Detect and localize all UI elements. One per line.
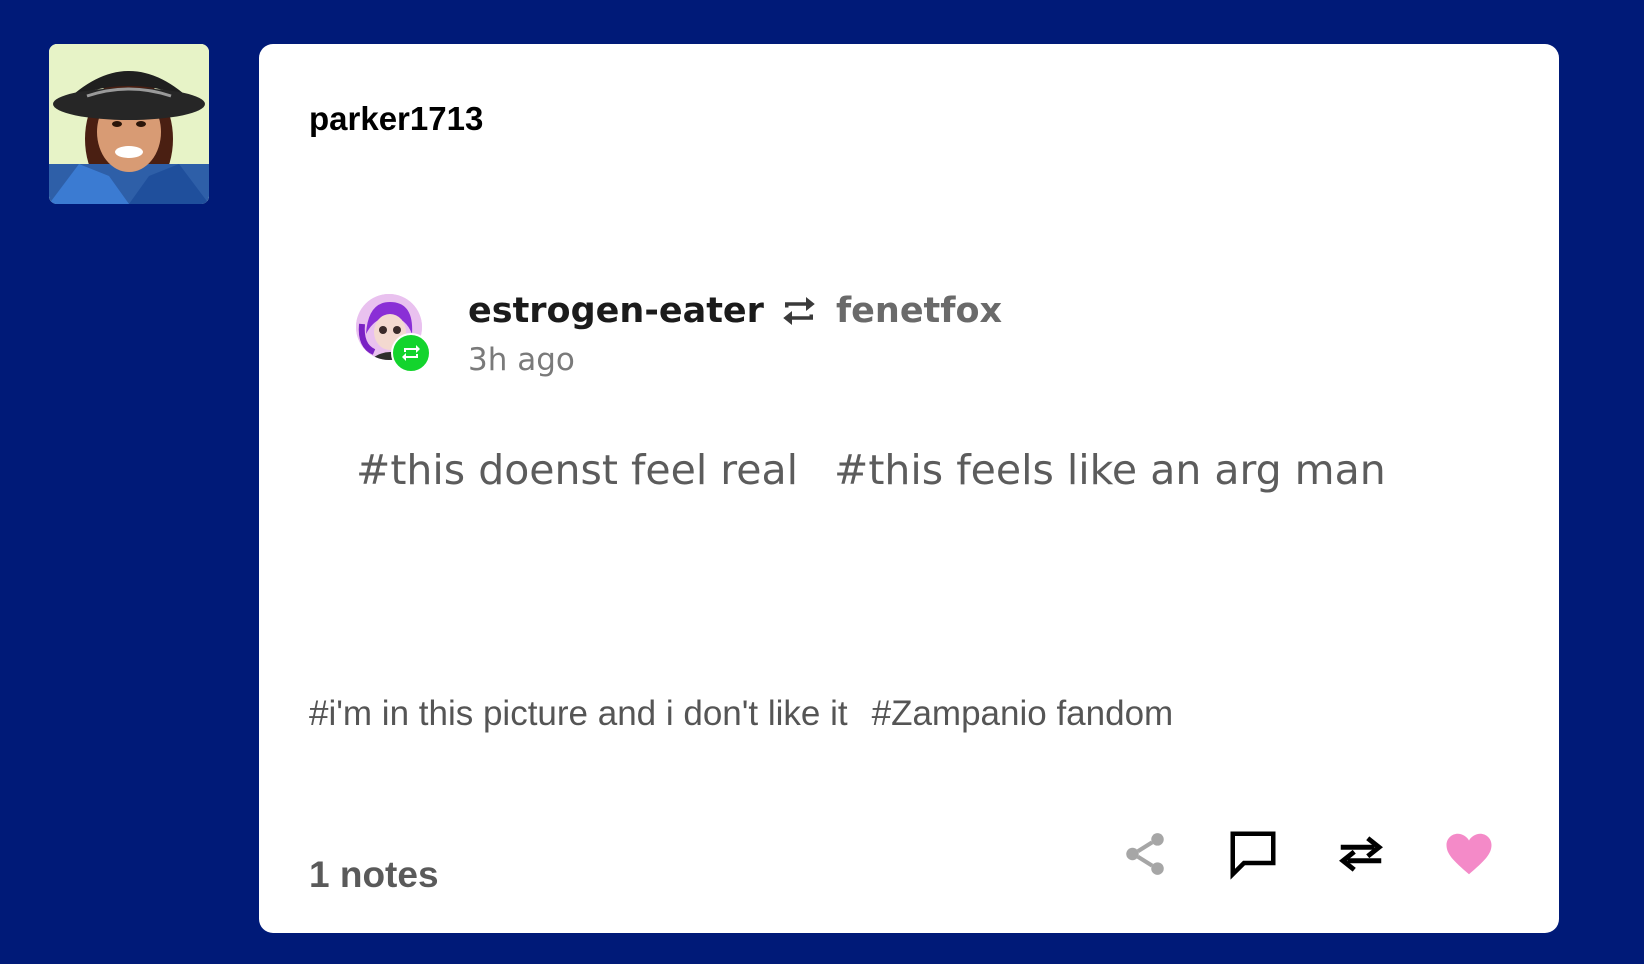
embedded-reblogged-from[interactable]: fenetfox bbox=[836, 291, 1002, 331]
embedded-tag[interactable]: #this feels like an arg man bbox=[834, 446, 1386, 494]
embedded-reblog: estrogen-eater fenetfox 3h ago #this doe… bbox=[356, 291, 1456, 534]
embedded-tag[interactable]: #this doenst feel real bbox=[356, 446, 798, 494]
share-button[interactable] bbox=[1115, 824, 1175, 884]
post-tags: #i'm in this picture and i don't like it… bbox=[309, 694, 1173, 734]
blog-avatar[interactable] bbox=[49, 44, 209, 204]
reblog-badge-icon bbox=[391, 333, 431, 373]
embedded-tags: #this doenst feel real #this feels like … bbox=[356, 446, 1386, 494]
post-tag[interactable]: #Zampanio fandom bbox=[872, 694, 1174, 734]
reblog-arrows-icon bbox=[1339, 836, 1383, 872]
post-actions bbox=[259, 824, 1559, 894]
like-button[interactable] bbox=[1439, 824, 1499, 884]
heart-icon bbox=[1446, 833, 1492, 875]
reply-button[interactable] bbox=[1223, 824, 1283, 884]
speech-bubble-icon bbox=[1230, 831, 1276, 880]
post-card: parker1713 estrogen-eater fenetfox 3h ag… bbox=[259, 44, 1559, 933]
embedded-timestamp[interactable]: 3h ago bbox=[468, 342, 575, 378]
post-tag[interactable]: #i'm in this picture and i don't like it bbox=[309, 694, 848, 734]
share-icon bbox=[1126, 833, 1164, 875]
reblog-arrows-icon bbox=[778, 290, 820, 332]
embedded-author-name[interactable]: estrogen-eater bbox=[468, 291, 764, 331]
post-blog-name[interactable]: parker1713 bbox=[309, 100, 483, 138]
reblog-button[interactable] bbox=[1331, 824, 1391, 884]
embedded-post-header: estrogen-eater fenetfox bbox=[468, 286, 1002, 336]
blog-avatar-image bbox=[49, 44, 209, 204]
